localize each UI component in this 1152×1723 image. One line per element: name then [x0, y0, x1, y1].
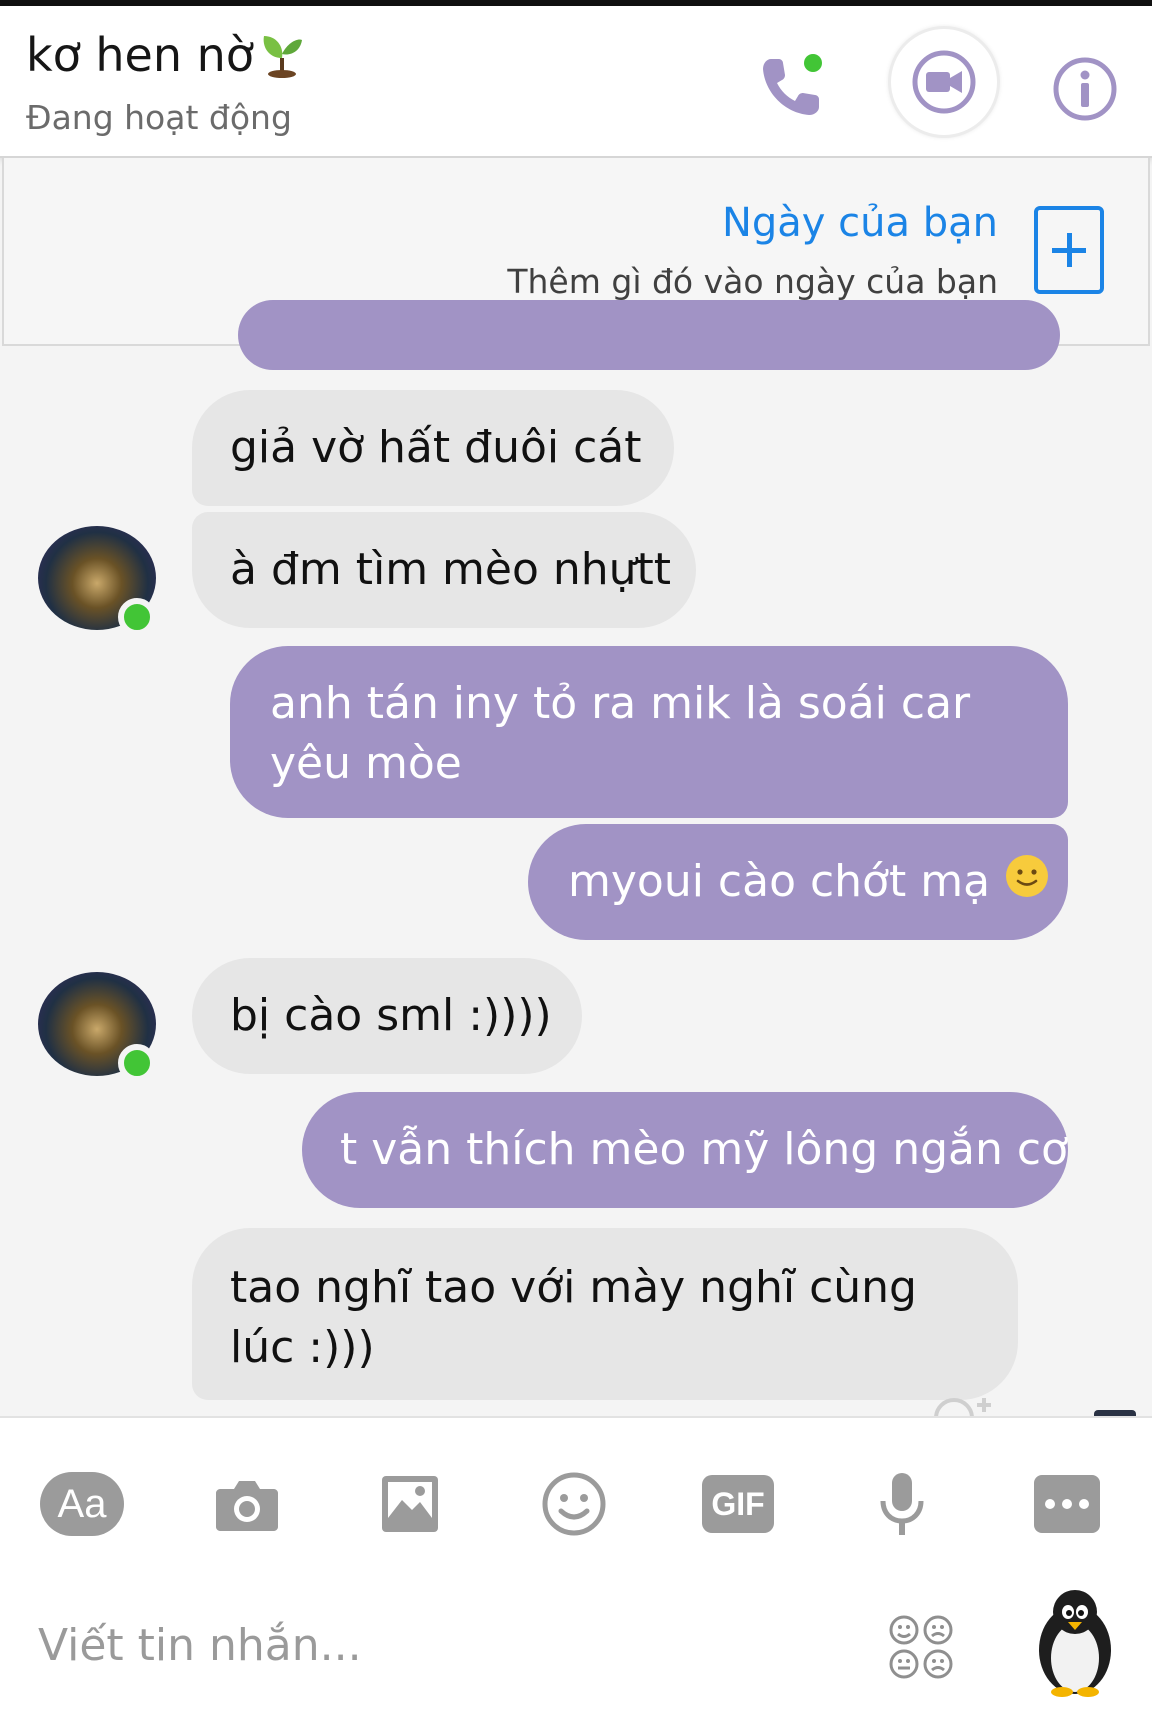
emoji-icon[interactable] [540, 1464, 608, 1544]
microphone-icon[interactable] [872, 1464, 932, 1544]
message-text: t vẫn thích mèo mỹ lông ngắn cơ [340, 1124, 1068, 1175]
gif-button[interactable]: GIF [700, 1464, 776, 1544]
message-text: bị cào sml :)))) [230, 990, 552, 1041]
video-call-button[interactable] [888, 26, 1000, 138]
penguin-icon[interactable] [1034, 1588, 1116, 1698]
message-text: giả vờ hất đuôi cát [230, 422, 642, 473]
online-indicator [118, 598, 156, 636]
video-call-icon [912, 50, 976, 114]
your-day-subtitle: Thêm gì đó vào ngày của bạn [507, 262, 998, 301]
message-bubble-partial[interactable] [238, 300, 1060, 370]
sticker-faces-icon[interactable] [888, 1614, 954, 1680]
outgoing-message[interactable]: anh tán iny tỏ ra mik là soái car yêu mò… [230, 646, 1068, 818]
incoming-message[interactable]: tao nghĩ tao với mày nghĩ cùng lúc :))) [192, 1228, 1018, 1400]
smiley-emoji-icon [1004, 853, 1050, 915]
contact-avatar[interactable] [38, 526, 156, 644]
chat-header: kơ hen nờ Đang hoạt động [0, 6, 1152, 158]
phone-call-icon[interactable] [752, 46, 832, 126]
message-text: à đm tìm mèo nhựtt [230, 544, 672, 595]
gif-label: GIF [702, 1475, 774, 1533]
info-icon[interactable] [1050, 54, 1120, 124]
more-icon[interactable] [1032, 1464, 1102, 1544]
image-icon[interactable] [378, 1464, 442, 1544]
active-status: Đang hoạt động [26, 98, 292, 137]
add-to-day-button[interactable] [1034, 206, 1104, 294]
outgoing-message[interactable]: t vẫn thích mèo mỹ lông ngắn cơ [302, 1092, 1068, 1208]
contact-avatar[interactable] [38, 972, 156, 1090]
online-indicator [118, 1044, 156, 1082]
add-reaction-icon[interactable] [928, 1392, 1002, 1416]
message-text-line: yêu mòe [270, 738, 462, 789]
outgoing-message[interactable]: myoui cào chớt mạ [528, 824, 1068, 940]
camera-icon[interactable] [212, 1464, 282, 1544]
incoming-message[interactable]: bị cào sml :)))) [192, 958, 582, 1074]
contact-name[interactable]: kơ hen nờ [26, 28, 254, 82]
sprout-icon [260, 28, 304, 89]
contact-name-row[interactable]: kơ hen nờ [26, 28, 304, 89]
message-text-line: anh tán iny tỏ ra mik là soái car [270, 678, 971, 729]
message-text: myoui cào chớt mạ [568, 856, 991, 907]
message-text-line: lúc :))) [230, 1322, 375, 1373]
incoming-message[interactable]: à đm tìm mèo nhựtt [192, 512, 696, 628]
incoming-message[interactable]: giả vờ hất đuôi cát [192, 390, 674, 506]
message-composer: Aa GIF [0, 1416, 1152, 1723]
message-input[interactable] [38, 1610, 858, 1680]
your-day-title[interactable]: Ngày của bạn [722, 200, 998, 246]
message-text-line: tao nghĩ tao với mày nghĩ cùng [230, 1262, 917, 1313]
text-style-button[interactable]: Aa [40, 1472, 124, 1536]
